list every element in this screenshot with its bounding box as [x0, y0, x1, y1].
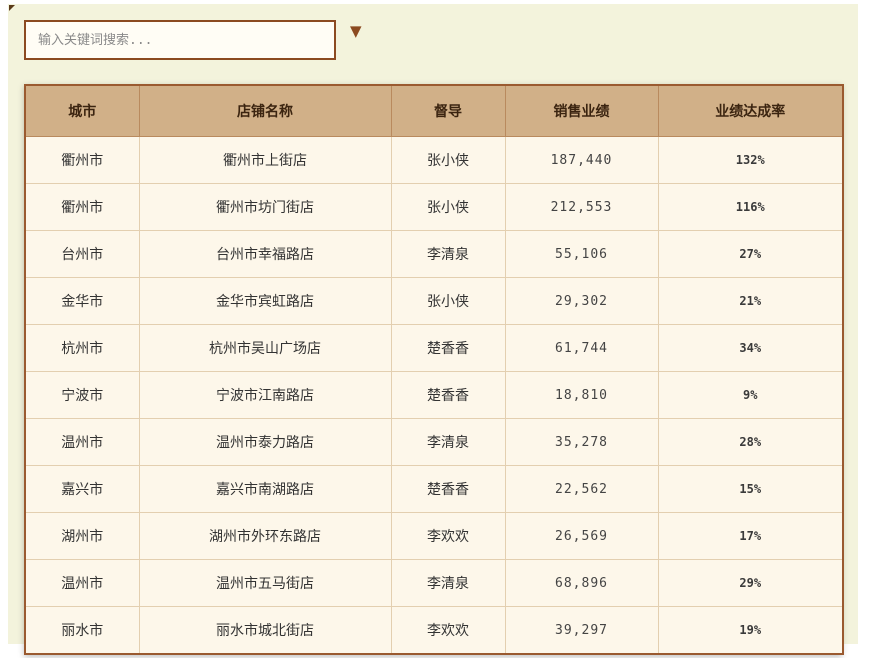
cell-store-name: 嘉兴市南湖路店	[139, 465, 392, 513]
table-row[interactable]: 台州市 台州市幸福路店 李清泉 55,106 27%	[25, 230, 844, 278]
cell-sales: 35,278	[505, 418, 659, 466]
cell-city: 金华市	[25, 277, 140, 325]
table-row[interactable]: 丽水市 丽水市城北街店 李欢欢 39,297 19%	[25, 606, 844, 655]
cell-sales: 55,106	[505, 230, 659, 278]
cell-achievement-rate: 15%	[658, 465, 844, 513]
table-row[interactable]: 杭州市 杭州市吴山广场店 楚香香 61,744 34%	[25, 324, 844, 372]
cell-sales: 22,562	[505, 465, 659, 513]
table-row[interactable]: 衢州市 衢州市上街店 张小侠 187,440 132%	[25, 136, 844, 184]
cell-store-name: 台州市幸福路店	[139, 230, 392, 278]
cell-store-name: 温州市泰力路店	[139, 418, 392, 466]
cell-store-name: 衢州市坊门街店	[139, 183, 392, 231]
column-header-sales[interactable]: 销售业绩	[505, 85, 659, 137]
search-input[interactable]	[26, 22, 334, 58]
cell-achievement-rate: 29%	[658, 559, 844, 607]
corner-marker	[9, 5, 15, 11]
cell-sales: 212,553	[505, 183, 659, 231]
cell-city: 杭州市	[25, 324, 140, 372]
cell-supervisor: 楚香香	[391, 371, 506, 419]
cell-sales: 18,810	[505, 371, 659, 419]
cell-supervisor: 李欢欢	[391, 606, 506, 655]
cell-city: 湖州市	[25, 512, 140, 560]
cell-city: 丽水市	[25, 606, 140, 655]
table-row[interactable]: 衢州市 衢州市坊门街店 张小侠 212,553 116%	[25, 183, 844, 231]
column-header-city[interactable]: 城市	[25, 85, 140, 137]
table-row[interactable]: 嘉兴市 嘉兴市南湖路店 楚香香 22,562 15%	[25, 465, 844, 513]
cell-achievement-rate: 17%	[658, 512, 844, 560]
cell-sales: 68,896	[505, 559, 659, 607]
cell-store-name: 温州市五马街店	[139, 559, 392, 607]
cell-sales: 29,302	[505, 277, 659, 325]
cell-supervisor: 张小侠	[391, 183, 506, 231]
cell-city: 宁波市	[25, 371, 140, 419]
table-row[interactable]: 金华市 金华市宾虹路店 张小侠 29,302 21%	[25, 277, 844, 325]
cell-sales: 39,297	[505, 606, 659, 655]
cell-sales: 26,569	[505, 512, 659, 560]
cell-achievement-rate: 27%	[658, 230, 844, 278]
cell-store-name: 湖州市外环东路店	[139, 512, 392, 560]
search-box[interactable]	[24, 20, 336, 60]
cell-achievement-rate: 19%	[658, 606, 844, 655]
cell-city: 温州市	[25, 418, 140, 466]
content-panel: ▼ 城市 店铺名称 督导 销售业绩 业绩达成率	[8, 4, 858, 655]
cell-sales: 61,744	[505, 324, 659, 372]
cell-city: 嘉兴市	[25, 465, 140, 513]
sales-table: 城市 店铺名称 督导 销售业绩 业绩达成率 衢州市 衢州市上街店 张小侠 187…	[24, 84, 844, 655]
cell-achievement-rate: 21%	[658, 277, 844, 325]
cell-city: 温州市	[25, 559, 140, 607]
dropdown-arrow-icon[interactable]: ▼	[350, 24, 362, 39]
cell-supervisor: 李清泉	[391, 559, 506, 607]
cell-store-name: 丽水市城北街店	[139, 606, 392, 655]
table-header-row: 城市 店铺名称 督导 销售业绩 业绩达成率	[25, 85, 844, 137]
cell-store-name: 衢州市上街店	[139, 136, 392, 184]
cell-city: 衢州市	[25, 183, 140, 231]
cell-supervisor: 李欢欢	[391, 512, 506, 560]
cell-achievement-rate: 34%	[658, 324, 844, 372]
cell-supervisor: 楚香香	[391, 465, 506, 513]
sales-table-container: 城市 店铺名称 督导 销售业绩 业绩达成率 衢州市 衢州市上街店 张小侠 187…	[24, 84, 844, 655]
cell-supervisor: 李清泉	[391, 418, 506, 466]
table-row[interactable]: 温州市 温州市五马街店 李清泉 68,896 29%	[25, 559, 844, 607]
cell-achievement-rate: 9%	[658, 371, 844, 419]
cell-store-name: 宁波市江南路店	[139, 371, 392, 419]
cell-sales: 187,440	[505, 136, 659, 184]
table-row[interactable]: 宁波市 宁波市江南路店 楚香香 18,810 9%	[25, 371, 844, 419]
cell-supervisor: 张小侠	[391, 136, 506, 184]
table-row[interactable]: 温州市 温州市泰力路店 李清泉 35,278 28%	[25, 418, 844, 466]
cell-supervisor: 张小侠	[391, 277, 506, 325]
cell-supervisor: 李清泉	[391, 230, 506, 278]
cell-achievement-rate: 28%	[658, 418, 844, 466]
cell-achievement-rate: 116%	[658, 183, 844, 231]
column-header-store-name[interactable]: 店铺名称	[139, 85, 392, 137]
column-header-achievement-rate[interactable]: 业绩达成率	[658, 85, 844, 137]
table-row[interactable]: 湖州市 湖州市外环东路店 李欢欢 26,569 17%	[25, 512, 844, 560]
cell-city: 衢州市	[25, 136, 140, 184]
column-header-supervisor[interactable]: 督导	[391, 85, 506, 137]
cell-achievement-rate: 132%	[658, 136, 844, 184]
cell-supervisor: 楚香香	[391, 324, 506, 372]
cell-store-name: 金华市宾虹路店	[139, 277, 392, 325]
cell-city: 台州市	[25, 230, 140, 278]
cell-store-name: 杭州市吴山广场店	[139, 324, 392, 372]
